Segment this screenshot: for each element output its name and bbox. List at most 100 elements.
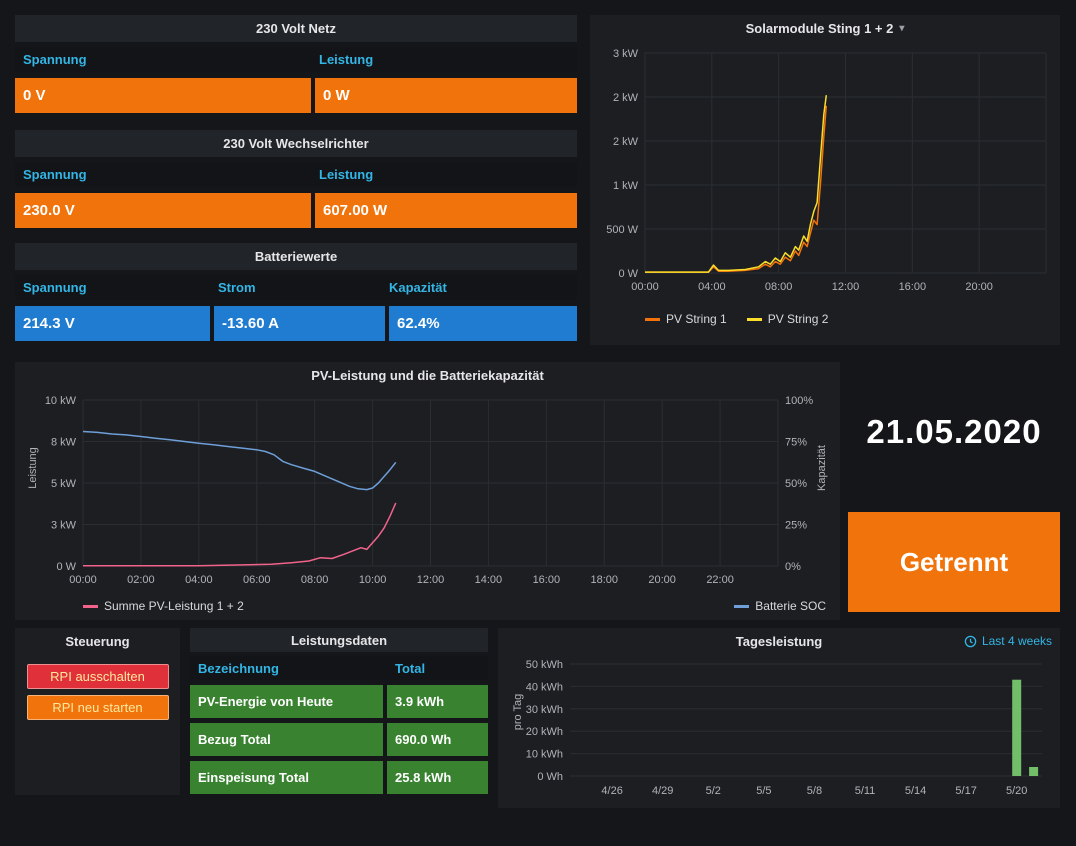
y-axis-tick: 0 W (618, 268, 638, 280)
legend-label: Batterie SOC (755, 599, 826, 613)
column-header-kapazitaet: Kapazität (381, 280, 577, 295)
value-batt-kapazitaet: 62.4% (389, 306, 577, 341)
pv-battery-chart: 10 kW100%8 kW75%5 kW50%3 kW25%0 W0%00:00… (15, 388, 840, 594)
time-range-picker[interactable]: Last 4 weeks (964, 628, 1052, 654)
series-line (645, 95, 826, 272)
legend-summe-pv[interactable]: Summe PV-Leistung 1 + 2 (83, 599, 244, 613)
column-header-total: Total (387, 661, 425, 676)
rpi-restart-button[interactable]: RPI neu starten (27, 695, 169, 720)
x-axis-tick: 5/8 (807, 785, 822, 797)
x-axis-tick: 18:00 (590, 574, 618, 586)
solar-chart: 3 kW2 kW2 kW1 kW500 W0 W00:0004:0008:001… (590, 41, 1060, 303)
column-header-strom: Strom (210, 280, 381, 295)
rpi-shutdown-button[interactable]: RPI ausschalten (27, 664, 169, 689)
x-axis-tick: 5/5 (756, 785, 771, 797)
x-axis-tick: 20:00 (965, 281, 993, 293)
row-label: PV-Energie von Heute (190, 685, 383, 718)
panel-title: 230 Volt Wechselrichter (15, 130, 577, 157)
dashboard: 230 Volt Netz Spannung Leistung 0 V 0 W … (0, 0, 1076, 846)
panel-title: Tagesleistung Last 4 weeks (498, 628, 1060, 654)
date-panel: 21.05.2020 (848, 366, 1060, 498)
x-axis-tick: 5/20 (1006, 785, 1027, 797)
legend-line-icon (83, 605, 98, 608)
panel-title-text: Steuerung (65, 634, 129, 649)
y-axis-tick: 2 kW (613, 92, 639, 104)
x-axis-tick: 12:00 (832, 281, 860, 293)
column-header-spannung: Spannung (15, 167, 311, 182)
y-axis-tick-left: 5 kW (51, 478, 77, 490)
x-axis-tick: 20:00 (648, 574, 676, 586)
time-range-label: Last 4 weeks (982, 634, 1052, 648)
x-axis-tick: 10:00 (359, 574, 387, 586)
value-wr-leistung: 607.00 W (315, 193, 577, 228)
panel-230v-netz: 230 Volt Netz Spannung Leistung 0 V 0 W (15, 15, 577, 113)
panel-wechselrichter: 230 Volt Wechselrichter Spannung Leistun… (15, 130, 577, 228)
y-axis-tick-left: 10 kW (45, 395, 77, 407)
column-header-spannung: Spannung (15, 280, 210, 295)
column-header-leistung: Leistung (311, 167, 577, 182)
x-axis-tick: 08:00 (301, 574, 329, 586)
value-netz-spannung: 0 V (15, 78, 311, 113)
series-line (83, 432, 396, 490)
x-axis-tick: 00:00 (69, 574, 97, 586)
legend-line-icon (747, 318, 762, 321)
x-axis-tick: 06:00 (243, 574, 271, 586)
panel-title-text: Tagesleistung (736, 634, 822, 649)
panel-title-text: PV-Leistung und die Batteriekapazität (311, 368, 544, 383)
x-axis-tick: 04:00 (185, 574, 213, 586)
y-axis-label-right: Kapazität (816, 438, 828, 498)
x-axis-tick: 5/14 (905, 785, 926, 797)
legend-batterie-soc[interactable]: Batterie SOC (734, 599, 826, 613)
x-axis-tick: 4/29 (652, 785, 673, 797)
row-value: 690.0 Wh (387, 723, 488, 756)
clock-icon (964, 635, 977, 648)
y-axis-tick-right: 100% (785, 395, 813, 407)
y-axis-tick-left: 8 kW (51, 437, 77, 449)
panel-batteriewerte: Batteriewerte Spannung Strom Kapazität 2… (15, 243, 577, 341)
x-axis-tick: 02:00 (127, 574, 155, 586)
value-batt-spannung: 214.3 V (15, 306, 210, 341)
column-header-spannung: Spannung (15, 52, 311, 67)
y-axis-tick-right: 25% (785, 520, 807, 532)
legend-label: PV String 2 (768, 312, 829, 326)
x-axis-tick: 22:00 (706, 574, 734, 586)
y-axis-tick: 10 kWh (526, 749, 563, 761)
panel-title: PV-Leistung und die Batteriekapazität (15, 362, 840, 388)
status-getrennt: Getrennt (848, 512, 1060, 612)
y-axis-tick: 0 Wh (537, 771, 563, 783)
legend-line-icon (734, 605, 749, 608)
y-axis-tick: 3 kW (613, 48, 639, 60)
legend-pv-string-1[interactable]: PV String 1 (645, 312, 727, 326)
x-axis-tick: 5/17 (955, 785, 976, 797)
table-row: Bezug Total 690.0 Wh (190, 723, 488, 756)
y-axis-tick: 2 kW (613, 136, 639, 148)
legend-pv-string-2[interactable]: PV String 2 (747, 312, 829, 326)
x-axis-tick: 5/11 (855, 785, 876, 797)
table-row: PV-Energie von Heute 3.9 kWh (190, 685, 488, 718)
legend-label: PV String 1 (666, 312, 727, 326)
panel-tagesleistung: Tagesleistung Last 4 weeks 50 kWh40 kWh3… (498, 628, 1060, 808)
panel-title: Batteriewerte (15, 243, 577, 270)
panel-title: Leistungsdaten (190, 628, 488, 652)
table-row: Einspeisung Total 25.8 kWh (190, 761, 488, 794)
value-netz-leistung: 0 W (315, 78, 577, 113)
y-axis-tick: 40 kWh (526, 681, 563, 693)
row-label: Bezug Total (190, 723, 383, 756)
series-line (83, 503, 396, 566)
x-axis-tick: 14:00 (475, 574, 503, 586)
x-axis-tick: 16:00 (899, 281, 927, 293)
status-label: Getrennt (900, 547, 1008, 578)
y-axis-tick: 20 kWh (526, 726, 563, 738)
panel-title: Steuerung (15, 628, 180, 654)
value-batt-strom: -13.60 A (214, 306, 385, 341)
panel-leistungsdaten: Leistungsdaten Bezeichnung Total PV-Ener… (190, 628, 488, 794)
panel-title-dropdown[interactable]: Solarmodule Sting 1 + 2 ▾ (590, 15, 1060, 41)
row-label: Einspeisung Total (190, 761, 383, 794)
value-wr-spannung: 230.0 V (15, 193, 311, 228)
x-axis-tick: 04:00 (698, 281, 726, 293)
y-axis-tick-right: 0% (785, 561, 801, 573)
panel-title-text: Solarmodule Sting 1 + 2 (746, 21, 894, 36)
y-axis-tick: 500 W (606, 224, 638, 236)
y-axis-tick-right: 50% (785, 478, 807, 490)
row-value: 3.9 kWh (387, 685, 488, 718)
